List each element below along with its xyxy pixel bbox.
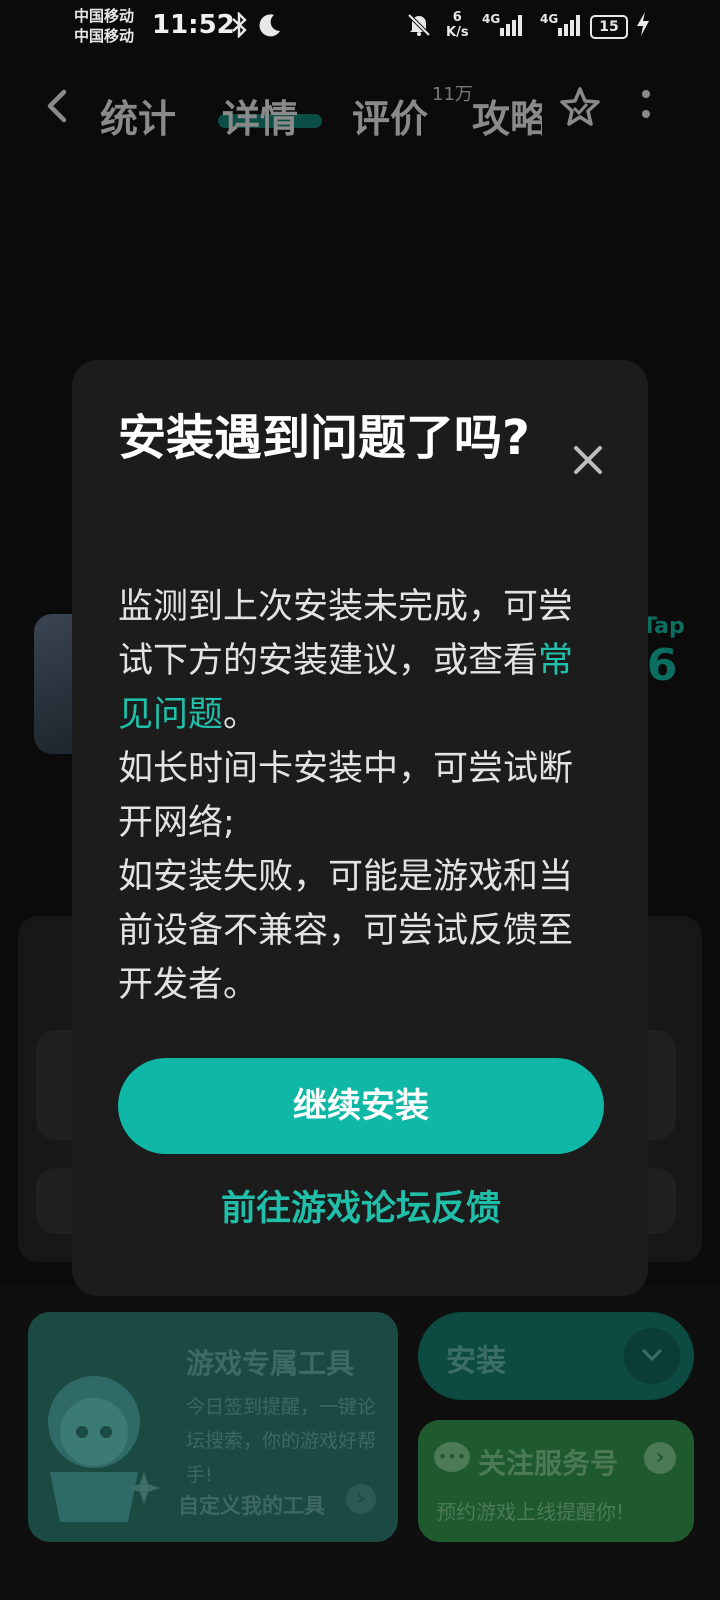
- moon-icon: [258, 12, 282, 44]
- carrier-1: 中国移动: [74, 7, 135, 25]
- net-speed: 6 K/s: [446, 10, 469, 40]
- favorite-star-icon[interactable]: [560, 86, 600, 136]
- game-tools-description: 今日签到提醒，一键论坛搜索，你的游戏好帮手!: [186, 1396, 377, 1486]
- net-speed-unit: K/s: [446, 25, 469, 40]
- dialog-body-line-3: 如安装失败，可能是游戏和当前设备不兼容，可尝试反馈至开发者。: [118, 857, 574, 1005]
- dialog-body-text-2: 。: [223, 695, 259, 735]
- carrier-labels: 中国移动 中国移动: [74, 6, 134, 46]
- follow-service-subtitle: 预约游戏上线提醒你!: [436, 1500, 625, 1524]
- rating-brand: Tap: [642, 614, 685, 639]
- dialog-title: 安装遇到问题了吗?: [118, 410, 530, 466]
- customize-tools-link[interactable]: 自定义我的工具: [178, 1490, 325, 1520]
- battery-indicator: 15: [590, 15, 628, 39]
- detail-top-nav: 统计 详情 评价 11万 攻略: [0, 80, 720, 150]
- reviews-count-badge: 11万: [432, 84, 473, 105]
- close-icon[interactable]: [568, 440, 608, 480]
- continue-install-button[interactable]: 继续安装: [118, 1058, 604, 1154]
- sim2-signal-icon: [558, 14, 580, 36]
- forum-feedback-button[interactable]: 前往游戏论坛反馈: [118, 1180, 604, 1236]
- sim1-tech: 4G: [482, 12, 501, 26]
- clock: 11:52: [152, 10, 235, 40]
- sim2-tech: 4G: [540, 12, 559, 26]
- net-speed-value: 6: [452, 10, 462, 25]
- more-menu-icon[interactable]: [640, 84, 652, 133]
- chevron-down-icon[interactable]: [624, 1328, 680, 1384]
- status-bar: 中国移动 中国移动 11:52 6 K/s 4G 4G 15: [0, 0, 720, 50]
- install-problem-dialog: 安装遇到问题了吗? 监测到上次安装未完成，可尝试下方的安装建议，或查看常见问题。…: [72, 360, 648, 1296]
- back-icon[interactable]: [44, 86, 72, 136]
- carrier-2: 中国移动: [74, 27, 135, 45]
- tab-guides[interactable]: 攻略: [472, 88, 542, 143]
- sim1-signal-icon: [500, 14, 522, 36]
- dialog-body: 监测到上次安装未完成，可尝试下方的安装建议，或查看常见问题。 如长时间卡安装中，…: [118, 580, 588, 1012]
- charging-icon: [636, 12, 650, 41]
- dialog-body-text-1: 监测到上次安装未完成，可尝试下方的安装建议，或查看: [118, 587, 574, 681]
- follow-service-title: 关注服务号: [478, 1447, 619, 1480]
- install-button-label: 安装: [446, 1344, 506, 1379]
- bluetooth-icon: [230, 11, 248, 44]
- tab-details[interactable]: 详情: [222, 88, 298, 143]
- tab-reviews[interactable]: 评价: [352, 88, 428, 143]
- game-tools-card[interactable]: 游戏专属工具 今日签到提醒，一键论坛搜索，你的游戏好帮手! 自定义我的工具 ›: [28, 1312, 398, 1542]
- follow-service-card[interactable]: ••• 关注服务号 › 预约游戏上线提醒你!: [418, 1420, 694, 1542]
- game-tools-title: 游戏专属工具: [186, 1347, 355, 1380]
- dialog-body-line-2: 如长时间卡安装中，可尝试断开网络;: [118, 749, 574, 843]
- install-button[interactable]: 安装: [418, 1312, 694, 1400]
- mute-bell-icon: [406, 12, 432, 44]
- chat-bubble-icon: •••: [434, 1442, 470, 1472]
- mascot-illustration: [48, 1376, 160, 1522]
- chevron-right-icon[interactable]: ›: [644, 1442, 676, 1474]
- tab-stats[interactable]: 统计: [100, 88, 176, 143]
- chevron-right-icon[interactable]: ›: [346, 1484, 376, 1514]
